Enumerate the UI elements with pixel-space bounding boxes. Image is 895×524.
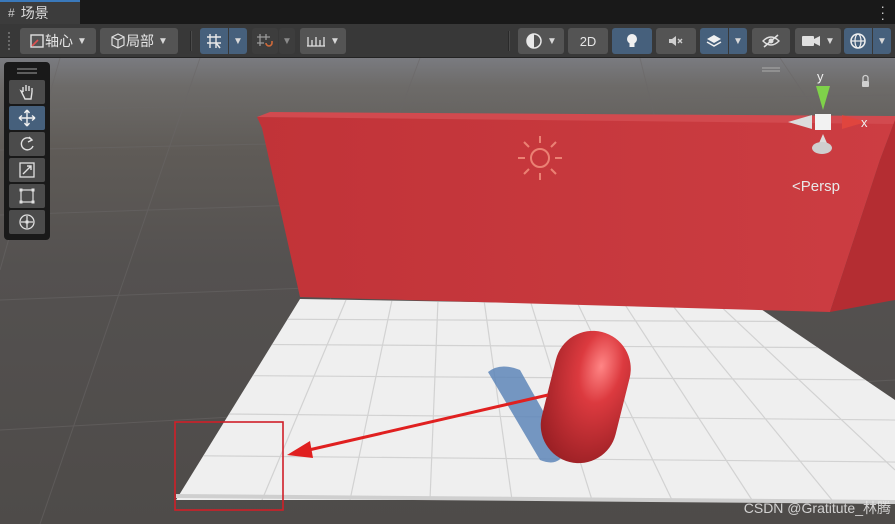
ruler-dropdown[interactable]: ▼: [300, 28, 346, 54]
lightbulb-icon: [627, 34, 637, 47]
chevron-down-icon: ▼: [158, 35, 168, 47]
ruler-icon: [307, 37, 326, 47]
local-label: 局部: [126, 33, 155, 49]
grid-hash-icon: #: [8, 6, 15, 20]
audio-toggle-button[interactable]: [656, 28, 696, 54]
effects-button[interactable]: [700, 28, 728, 54]
local-dropdown[interactable]: 局部 ▼: [100, 28, 178, 54]
chevron-down-icon: ▼: [282, 35, 292, 47]
globe-gizmo-icon: [850, 33, 866, 49]
scale-tool-button[interactable]: [9, 158, 45, 182]
rotate-icon: [20, 136, 34, 151]
grid-snap-icon: [207, 34, 221, 49]
ground-plane: [176, 299, 895, 504]
eye-slash-icon: [762, 34, 780, 48]
lighting-toggle-button[interactable]: [612, 28, 652, 54]
watermark-text: CSDN @Gratitute_林腾: [743, 500, 891, 516]
cube-icon: [111, 33, 125, 49]
grid-snap-dropdown[interactable]: ▼: [229, 28, 247, 54]
draw-mode-dropdown[interactable]: ▼: [518, 28, 564, 54]
camera-icon: [802, 36, 821, 46]
increment-snap-icon: [257, 34, 273, 47]
tab-scene[interactable]: # 场景: [0, 0, 80, 24]
chevron-down-icon: ▼: [233, 35, 243, 47]
mute-speaker-icon: [669, 36, 683, 46]
move-tool-button[interactable]: [9, 106, 45, 130]
gizmo-x-label: x: [861, 115, 868, 130]
chevron-down-icon: ▼: [330, 35, 340, 47]
palette-drag-handle[interactable]: [17, 68, 37, 74]
red-wall: [257, 112, 895, 312]
layers-effects-icon: [706, 35, 722, 47]
camera-dropdown[interactable]: ▼: [795, 28, 841, 54]
pivot-icon: [30, 34, 44, 48]
chevron-down-icon: ▼: [547, 35, 557, 47]
scale-icon: [19, 162, 35, 178]
scene-visibility-button[interactable]: [752, 28, 790, 54]
chevron-down-icon: ▼: [733, 35, 743, 47]
hand-tool-button[interactable]: [9, 80, 45, 104]
toggle-2d-label: 2D: [579, 33, 597, 49]
effects-dropdown[interactable]: ▼: [729, 28, 747, 54]
pivot-label: 轴心: [45, 33, 74, 49]
toggle-2d-button[interactable]: 2D: [568, 28, 608, 54]
chevron-down-icon: ▼: [877, 35, 887, 47]
grid-snap-button[interactable]: [200, 28, 228, 54]
projection-mode-label[interactable]: <Persp: [792, 178, 840, 195]
gizmos-dropdown[interactable]: ▼: [873, 28, 891, 54]
window-tab-bar: # 场景 · · ·: [0, 0, 895, 25]
toolbar-separator: [508, 31, 510, 51]
transform-tool-button[interactable]: [9, 210, 45, 234]
shading-mode-icon: [526, 33, 542, 49]
hand-icon: [19, 85, 33, 100]
transform-combo-icon: [19, 214, 35, 230]
pivot-dropdown[interactable]: 轴心 ▼: [20, 28, 96, 54]
tab-title: 场景: [20, 5, 49, 21]
chevron-down-icon: ▼: [825, 35, 835, 47]
move-arrows-icon: [18, 109, 36, 127]
increment-snap-button[interactable]: [252, 28, 278, 54]
scene-toolbar: 轴心 ▼ 局部 ▼ ▼ ▼ ▼ ▼ 2D ▼ ▼ ▼: [0, 24, 895, 58]
rotate-tool-button[interactable]: [9, 132, 45, 156]
more-menu-icon[interactable]: · · ·: [880, 0, 885, 25]
toolbar-grip[interactable]: [8, 32, 13, 50]
rect-tool-button[interactable]: [9, 184, 45, 208]
scene-canvas: y x: [0, 58, 895, 524]
rect-transform-icon: [19, 188, 35, 204]
gizmos-button[interactable]: [844, 28, 872, 54]
gizmo-y-label: y: [817, 69, 824, 84]
scene-viewport[interactable]: y x <Persp CSDN @Gratitute_林腾: [0, 58, 895, 524]
chevron-down-icon: ▼: [77, 35, 87, 47]
toolbar-separator: [190, 31, 192, 51]
transform-tool-palette: [4, 62, 50, 240]
increment-snap-dropdown[interactable]: ▼: [279, 28, 295, 54]
